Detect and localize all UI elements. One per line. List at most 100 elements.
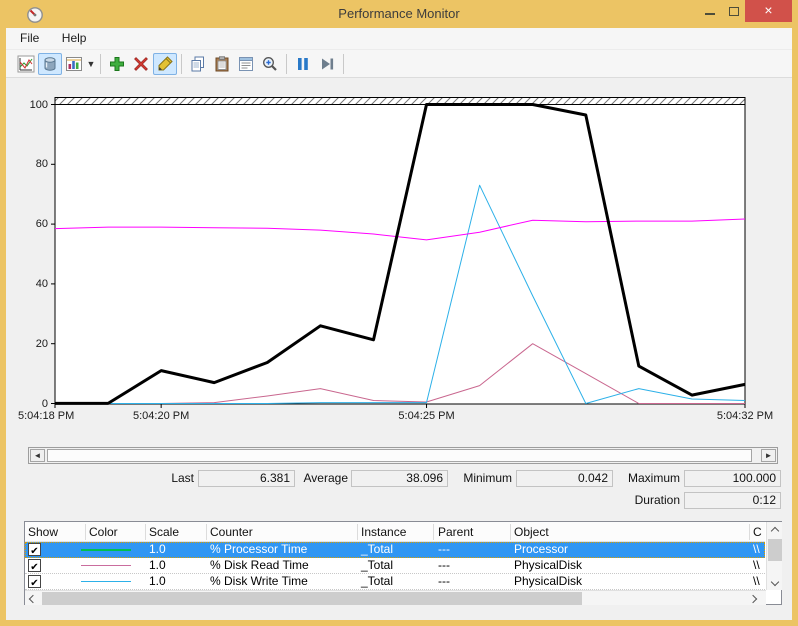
menu-help[interactable]: Help — [53, 28, 96, 48]
stat-average-label: Average — [284, 470, 348, 486]
show-checkbox[interactable]: ✔ — [28, 575, 41, 588]
x-axis-labels: 5:04:18 PM5:04:20 PM5:04:25 PM5:04:32 PM — [0, 409, 798, 425]
toolbar-paste-counter-list[interactable] — [210, 53, 234, 75]
toolbar-delete-counter[interactable] — [129, 53, 153, 75]
scroll-up-arrow-icon[interactable] — [771, 527, 778, 534]
stat-maximum-value: 100.000 — [684, 470, 781, 487]
copy-icon — [189, 55, 207, 73]
counter-name: % Disk Read Time — [210, 558, 309, 573]
chart-svg — [51, 97, 749, 411]
toolbar-change-graph-type[interactable] — [62, 53, 86, 75]
col-computer[interactable]: C — [753, 522, 762, 542]
scale-value: 1.0 — [149, 542, 166, 557]
y-axis-label: 40 — [14, 277, 48, 291]
scale-value: 1.0 — [149, 574, 166, 589]
legend-horizontal-scrollbar[interactable] — [25, 590, 766, 605]
stat-minimum-label: Minimum — [448, 470, 512, 486]
instance-value: _Total — [361, 542, 393, 557]
chart-activity-icon — [17, 55, 35, 73]
counter-legend-table: Show Color Scale Counter Instance Parent… — [24, 521, 782, 605]
toolbar-add-counter[interactable] — [105, 53, 129, 75]
scroll-right-arrow-icon[interactable] — [749, 595, 756, 602]
menu-bar: File Help — [6, 28, 792, 50]
show-checkbox[interactable]: ✔ — [28, 559, 41, 572]
toolbar-highlight[interactable] — [153, 53, 177, 75]
toolbar-view-current-activity[interactable] — [14, 53, 38, 75]
toolbar-update-data[interactable] — [315, 53, 339, 75]
color-swatch — [81, 581, 131, 582]
parent-value: --- — [438, 542, 450, 557]
x-axis-label: 5:04:25 PM — [382, 409, 472, 423]
stat-maximum-label: Maximum — [616, 470, 680, 486]
graph-type-icon — [65, 55, 83, 73]
log-data-cylinder-icon — [41, 55, 59, 73]
color-swatch — [81, 565, 131, 566]
scroll-right-arrow-icon[interactable]: ► — [761, 449, 776, 462]
col-instance[interactable]: Instance — [361, 522, 406, 542]
minimize-icon — [705, 13, 715, 15]
y-axis-label: 80 — [14, 157, 48, 171]
legend-row-processor-time[interactable]: ✔ 1.0 % Processor Time _Total --- Proces… — [25, 542, 765, 558]
computer-value: \\ — [753, 558, 760, 573]
color-swatch — [81, 549, 131, 551]
legend-vscroll-thumb[interactable] — [768, 539, 782, 561]
close-button[interactable]: × — [745, 0, 792, 22]
graph-type-dropdown-arrow[interactable]: ▼ — [86, 59, 96, 69]
legend-row-disk-write-time[interactable]: ✔ 1.0 % Disk Write Time _Total --- Physi… — [25, 574, 765, 590]
scale-value: 1.0 — [149, 558, 166, 573]
minimize-button[interactable] — [698, 0, 722, 22]
legend-row-disk-read-time[interactable]: ✔ 1.0 % Disk Read Time _Total --- Physic… — [25, 558, 765, 574]
delete-x-icon — [132, 55, 150, 73]
time-range-scrollbar[interactable]: ◄ ► — [28, 447, 778, 464]
toolbar-separator — [181, 54, 182, 74]
title-bar[interactable]: Performance Monitor × — [0, 0, 798, 28]
stat-last-value: 6.381 — [198, 470, 295, 487]
toolbar-properties[interactable] — [234, 53, 258, 75]
maximize-icon — [729, 7, 739, 16]
col-scale[interactable]: Scale — [149, 522, 179, 542]
toolbar-separator — [286, 54, 287, 74]
col-counter[interactable]: Counter — [210, 522, 253, 542]
toolbar: ▼ — [6, 50, 792, 78]
legend-vertical-scrollbar[interactable] — [766, 522, 782, 590]
time-scrollbar-thumb[interactable] — [47, 449, 752, 462]
object-value: PhysicalDisk — [514, 574, 582, 589]
stat-last-label: Last — [130, 470, 194, 486]
properties-icon — [237, 55, 255, 73]
toolbar-view-log-data[interactable] — [38, 53, 62, 75]
legend-header-row: Show Color Scale Counter Instance Parent… — [25, 522, 765, 542]
toolbar-zoom[interactable] — [258, 53, 282, 75]
menu-file[interactable]: File — [11, 28, 48, 48]
stat-minimum-value: 0.042 — [516, 470, 613, 487]
zoom-magnifier-icon — [261, 55, 279, 73]
toolbar-freeze-display[interactable] — [291, 53, 315, 75]
y-axis-labels: 100806040200 — [14, 97, 48, 417]
paste-clipboard-icon — [213, 55, 231, 73]
stat-duration-value: 0:12 — [684, 492, 781, 509]
x-axis-label: 5:04:20 PM — [116, 409, 206, 423]
y-axis-label: 60 — [14, 217, 48, 231]
col-object[interactable]: Object — [514, 522, 549, 542]
col-show[interactable]: Show — [28, 522, 58, 542]
pause-icon — [294, 55, 312, 73]
instance-value: _Total — [361, 574, 393, 589]
computer-value: \\ — [753, 542, 760, 557]
toolbar-separator — [100, 54, 101, 74]
show-checkbox[interactable]: ✔ — [28, 543, 41, 556]
scroll-left-arrow-icon[interactable]: ◄ — [30, 449, 45, 462]
computer-value: \\ — [753, 574, 760, 589]
toolbar-copy-properties[interactable] — [186, 53, 210, 75]
step-forward-icon — [318, 55, 336, 73]
y-axis-label: 20 — [14, 337, 48, 351]
col-parent[interactable]: Parent — [438, 522, 473, 542]
window-title: Performance Monitor — [0, 6, 798, 21]
col-color[interactable]: Color — [89, 522, 118, 542]
scroll-down-arrow-icon[interactable] — [771, 578, 778, 585]
performance-monitor-window: Performance Monitor × File Help — [0, 0, 798, 626]
legend-hscroll-thumb[interactable] — [42, 592, 582, 605]
scroll-left-arrow-icon[interactable] — [29, 595, 36, 602]
parent-value: --- — [438, 574, 450, 589]
parent-value: --- — [438, 558, 450, 573]
stat-duration-label: Duration — [616, 492, 680, 508]
maximize-button[interactable] — [722, 0, 746, 22]
